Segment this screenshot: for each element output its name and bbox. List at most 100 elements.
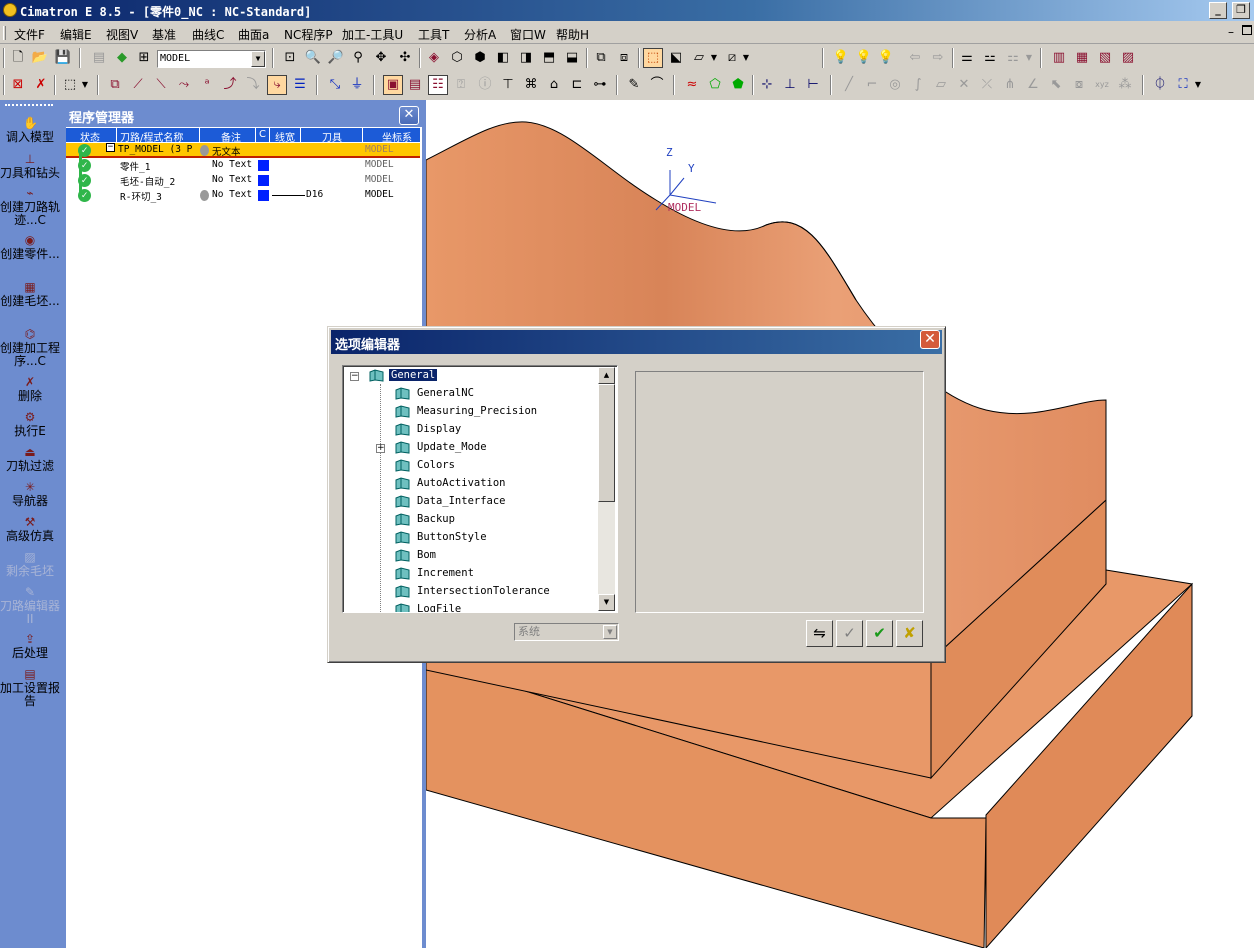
- scroll-up-icon[interactable]: ▲: [598, 367, 615, 384]
- menu-window[interactable]: 窗口W: [510, 26, 546, 43]
- cancel-selection-icon[interactable]: ✗: [32, 76, 50, 94]
- ucs-move-icon[interactable]: ⊢: [804, 76, 822, 94]
- col-note[interactable]: 备注: [221, 129, 241, 144]
- zoom-window-icon[interactable]: 🔍: [304, 49, 322, 67]
- paint-icon[interactable]: ⛶: [1174, 76, 1192, 94]
- nc-guide-item[interactable]: ⚒ 高级仿真: [0, 515, 60, 543]
- program-row[interactable]: ✓ − TP_MODEL (3 P 无文本 MODEL: [66, 143, 420, 158]
- pick-all-icon[interactable]: ⤷: [267, 75, 287, 95]
- chevron-down-icon[interactable]: ▼: [709, 49, 719, 67]
- zoom-all-icon[interactable]: ⊡: [281, 49, 299, 67]
- filter-list-icon[interactable]: ☰: [291, 76, 309, 94]
- nc-guide-item[interactable]: ⚙ 执行E: [0, 410, 60, 438]
- arc-icon[interactable]: ⌐: [863, 76, 881, 94]
- export-icon[interactable]: ▨: [1119, 49, 1137, 67]
- split-icon[interactable]: ⋔: [1001, 76, 1019, 94]
- rotate-icon[interactable]: ✣: [396, 49, 414, 67]
- trim-icon[interactable]: ⤫: [978, 76, 996, 94]
- stock-icon[interactable]: ▤: [406, 76, 424, 94]
- chevron-down-icon[interactable]: ▼: [603, 625, 617, 639]
- chevron-down-icon[interactable]: ▼: [741, 49, 751, 67]
- tool-icon[interactable]: ⊤: [499, 76, 517, 94]
- program-manager-close-button[interactable]: ✕: [399, 106, 419, 125]
- light-bulb-icon[interactable]: 💡: [832, 49, 850, 67]
- view-isometric-icon[interactable]: ◈: [425, 49, 443, 67]
- named-views-icon[interactable]: ⧈: [615, 49, 633, 67]
- menu-nc-program[interactable]: NC程序P: [284, 26, 333, 43]
- view-front-icon[interactable]: ⬡: [448, 49, 466, 67]
- view-right-icon[interactable]: ◨: [517, 49, 535, 67]
- menu-file[interactable]: 文件F: [14, 26, 45, 43]
- pan-icon[interactable]: ✥: [372, 49, 390, 67]
- program-row[interactable]: ✓ 零件_1 No Text MODEL: [66, 158, 420, 173]
- new-file-icon[interactable]: 🗋: [9, 49, 27, 67]
- col-color[interactable]: C: [259, 129, 266, 140]
- zoom-icon[interactable]: ⚲: [349, 49, 367, 67]
- ucs-model-combo[interactable]: MODEL ▼: [157, 50, 266, 68]
- collapse-icon[interactable]: −: [106, 143, 115, 152]
- line-icon[interactable]: ╱: [840, 76, 858, 94]
- nc-guide-item[interactable]: ✋ 调入模型: [0, 116, 60, 144]
- nc-guide-item[interactable]: ⊥ 刀具和钻头: [0, 152, 60, 180]
- pick-contour-icon[interactable]: ⤴: [221, 76, 239, 94]
- view-back-icon[interactable]: ⬢: [471, 49, 489, 67]
- view-bottom-icon[interactable]: ⬓: [563, 49, 581, 67]
- collapse-icon[interactable]: −: [350, 372, 359, 381]
- minimize-button[interactable]: _: [1209, 2, 1227, 19]
- scroll-thumb[interactable]: [598, 384, 615, 502]
- pick-chain-icon[interactable]: ᵃ: [198, 76, 216, 94]
- stock-transform-icon[interactable]: ⊏: [568, 76, 586, 94]
- light-off-icon[interactable]: 💡: [877, 49, 895, 67]
- hierarchy-icon[interactable]: ⚌: [958, 49, 976, 67]
- chevron-down-icon[interactable]: ▼: [1193, 76, 1203, 94]
- pick-curve-icon[interactable]: ⤳: [175, 76, 193, 94]
- nc-guide-item[interactable]: ✎ 刀路编辑器II: [0, 585, 60, 626]
- layer-icon[interactable]: ⚏: [1004, 49, 1022, 67]
- help-icon[interactable]: ⍰: [452, 76, 470, 94]
- sketch-icon[interactable]: ✎: [625, 76, 643, 94]
- pick-point-icon[interactable]: ⟍: [152, 76, 170, 94]
- selection-mode-icon[interactable]: ⬚: [61, 76, 79, 94]
- menu-curve[interactable]: 曲线C: [192, 26, 224, 43]
- import-export-button[interactable]: ⇋: [806, 620, 833, 647]
- menu-surface[interactable]: 曲面a: [238, 26, 269, 43]
- report-icon[interactable]: ▧: [1096, 49, 1114, 67]
- frame-icon[interactable]: ⧇: [1070, 76, 1088, 94]
- cycle-icon[interactable]: ⌘: [522, 76, 540, 94]
- system-scope-combo[interactable]: 系统 ▼: [514, 623, 619, 641]
- funnel-icon[interactable]: ⏚: [348, 76, 366, 94]
- program-row[interactable]: ✓ R-环切_3 No Text D16 MODEL: [66, 188, 420, 203]
- plane-icon[interactable]: ▱: [932, 76, 950, 94]
- nc-guide-item[interactable]: ▤ 加工设置报告: [0, 667, 60, 708]
- menu-analysis[interactable]: 分析A: [464, 26, 496, 43]
- view-top-icon[interactable]: ⬒: [540, 49, 558, 67]
- tree-icon[interactable]: ⊶: [591, 76, 609, 94]
- shaded-mode-icon[interactable]: ⬚: [643, 48, 663, 68]
- angle-icon[interactable]: ∠: [1024, 76, 1042, 94]
- pick-region-icon[interactable]: ⤵: [244, 76, 262, 94]
- pick-edge-icon[interactable]: ⟋: [129, 76, 147, 94]
- ok-button[interactable]: ✔: [866, 620, 893, 647]
- light-on-icon[interactable]: 💡: [855, 49, 873, 67]
- render-mode-icon[interactable]: ▱: [690, 49, 708, 67]
- ucs-settings-icon[interactable]: ⊞: [135, 49, 153, 67]
- nc-guide-item[interactable]: ▦ 创建毛坯...: [0, 280, 60, 308]
- nc-guide-item[interactable]: ◉ 创建零件...: [0, 233, 60, 261]
- circle-icon[interactable]: ◎: [886, 76, 904, 94]
- axis-icon[interactable]: ⊹: [758, 76, 776, 94]
- arrow-right-icon[interactable]: ⇨: [929, 49, 947, 67]
- toolpath-list-icon[interactable]: ☷: [428, 75, 448, 95]
- color-swatch[interactable]: [258, 175, 269, 186]
- wave-icon[interactable]: ≈: [683, 76, 701, 94]
- activate-ucs-icon[interactable]: ◆: [113, 49, 131, 67]
- nc-guide-item[interactable]: ⌁ 创建刀路轨迹...C: [0, 186, 60, 227]
- restore-button[interactable]: ❐: [1232, 2, 1250, 19]
- info-icon[interactable]: ⓘ: [476, 76, 494, 94]
- apply-button[interactable]: ✓: [836, 620, 863, 647]
- save-file-icon[interactable]: 💾: [54, 49, 72, 67]
- section-icon[interactable]: ⏀: [1151, 76, 1169, 94]
- open-file-icon[interactable]: 📂: [31, 49, 49, 67]
- col-tool[interactable]: 刀具: [322, 129, 342, 144]
- transform-icon[interactable]: ⤡: [326, 76, 344, 94]
- chevron-down-icon[interactable]: ▼: [80, 76, 90, 94]
